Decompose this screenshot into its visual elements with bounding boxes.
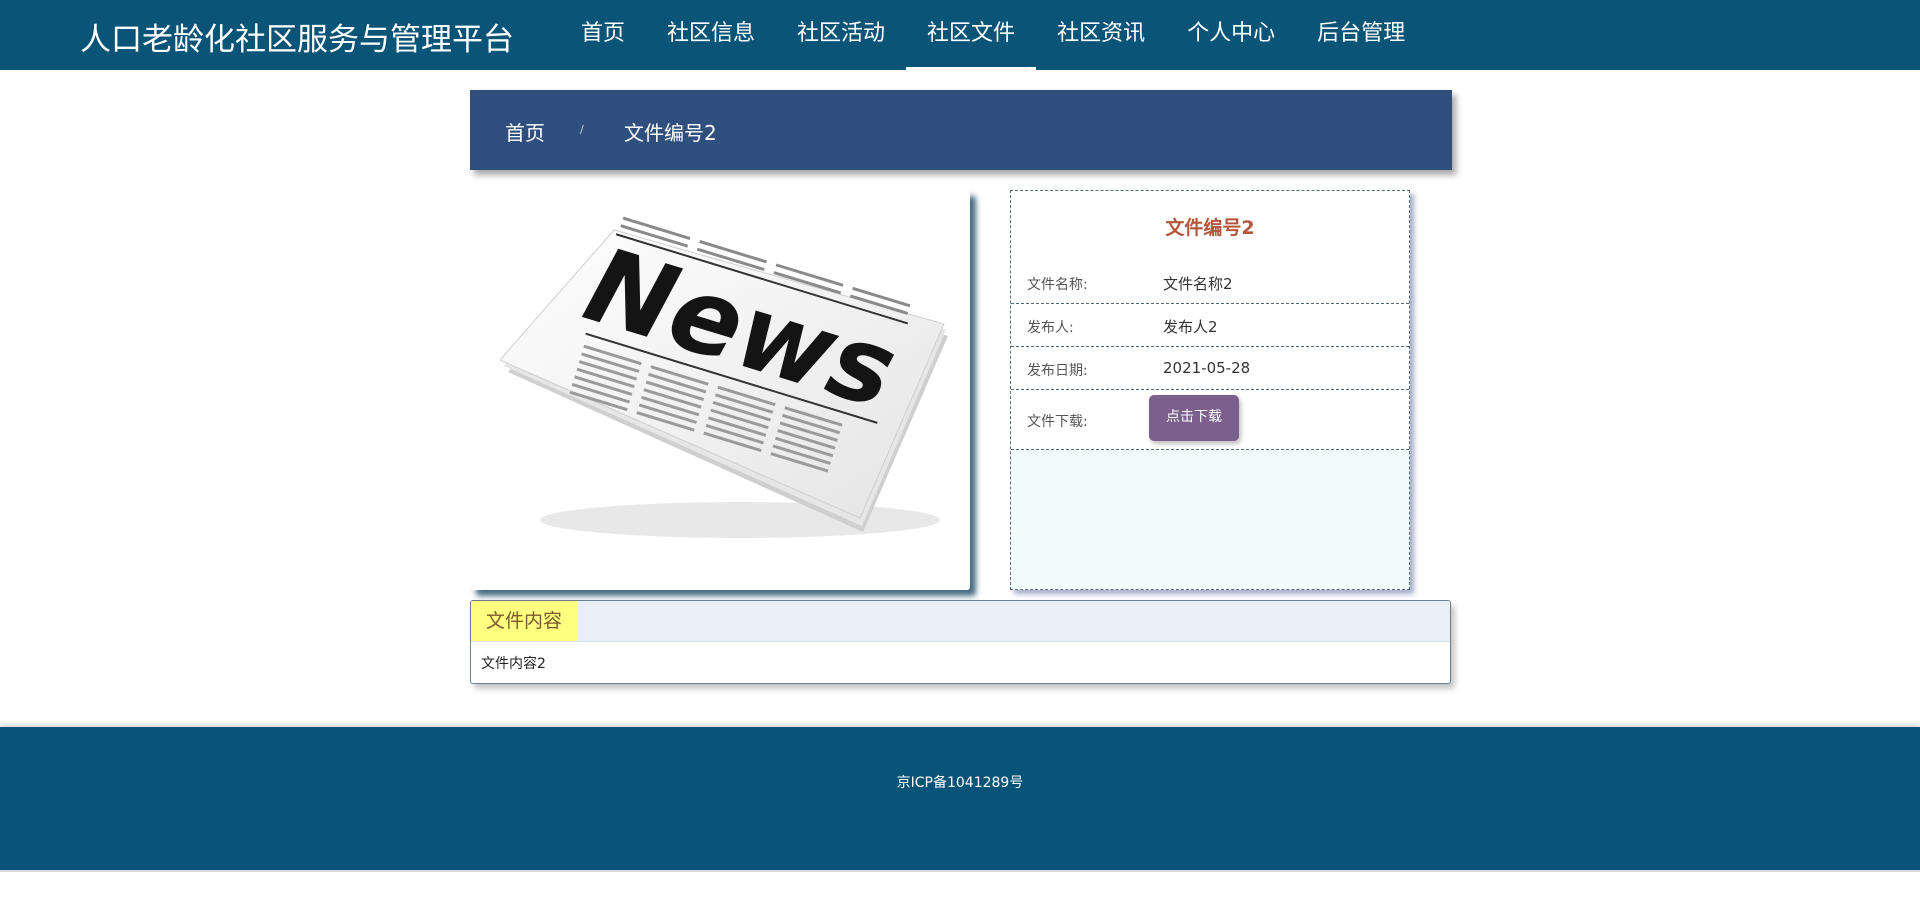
nav-item-community-files[interactable]: 社区文件 [906,0,1037,70]
file-title: 文件编号2 [1165,217,1255,239]
icp-record: 京ICP备1041289号 [896,775,1024,791]
file-content-panel: 文件内容 文件内容2 [470,600,1451,684]
footer-divider [0,870,1920,872]
file-cover-image: News [470,190,970,590]
file-info-table: 文件编号2 文件名称: 文件名称2 发布人: 发布人2 发布日期: 2021-0… [1011,191,1409,450]
nav-item-community-activities[interactable]: 社区活动 [776,0,906,70]
newspaper-illustration: News [499,216,948,538]
file-info-panel: 文件编号2 文件名称: 文件名称2 发布人: 发布人2 发布日期: 2021-0… [1010,190,1410,590]
publisher-value: 发布人2 [1163,318,1218,336]
publish-date-label: 发布日期: [1027,363,1088,379]
nav-item-community-info[interactable]: 社区信息 [646,0,776,70]
main-nav: 首页 社区信息 社区活动 社区文件 社区资讯 个人中心 后台管理 [560,0,1426,70]
publish-date-value: 2021-05-28 [1163,359,1251,377]
tab-file-content[interactable]: 文件内容 [471,601,578,641]
file-content-text: 文件内容2 [481,656,546,672]
top-navbar: 人口老龄化社区服务与管理平台 首页 社区信息 社区活动 社区文件 社区资讯 个人… [0,0,1920,70]
nav-item-personal-center[interactable]: 个人中心 [1166,0,1296,70]
content-tab-bar: 文件内容 [471,601,1450,642]
breadcrumb-separator: / [580,123,584,136]
nav-item-community-news[interactable]: 社区资讯 [1036,0,1166,70]
download-label: 文件下载: [1027,414,1088,430]
breadcrumb-home-link[interactable]: 首页 [505,117,545,146]
info-row-publish-date: 发布日期: 2021-05-28 [1011,347,1409,390]
file-name-value: 文件名称2 [1163,275,1233,293]
download-button[interactable]: 点击下载 [1149,395,1239,441]
nav-item-admin[interactable]: 后台管理 [1296,0,1426,70]
publisher-label: 发布人: [1027,320,1074,336]
nav-item-home[interactable]: 首页 [560,0,646,70]
footer: 京ICP备1041289号 [0,727,1920,870]
breadcrumb-current: 文件编号2 [624,121,717,145]
file-name-label: 文件名称: [1027,277,1088,293]
breadcrumb: 首页 / 文件编号2 [470,90,1452,170]
site-title[interactable]: 人口老龄化社区服务与管理平台 [80,14,514,59]
info-row-publisher: 发布人: 发布人2 [1011,304,1409,347]
info-row-file-name: 文件名称: 文件名称2 [1011,261,1409,304]
